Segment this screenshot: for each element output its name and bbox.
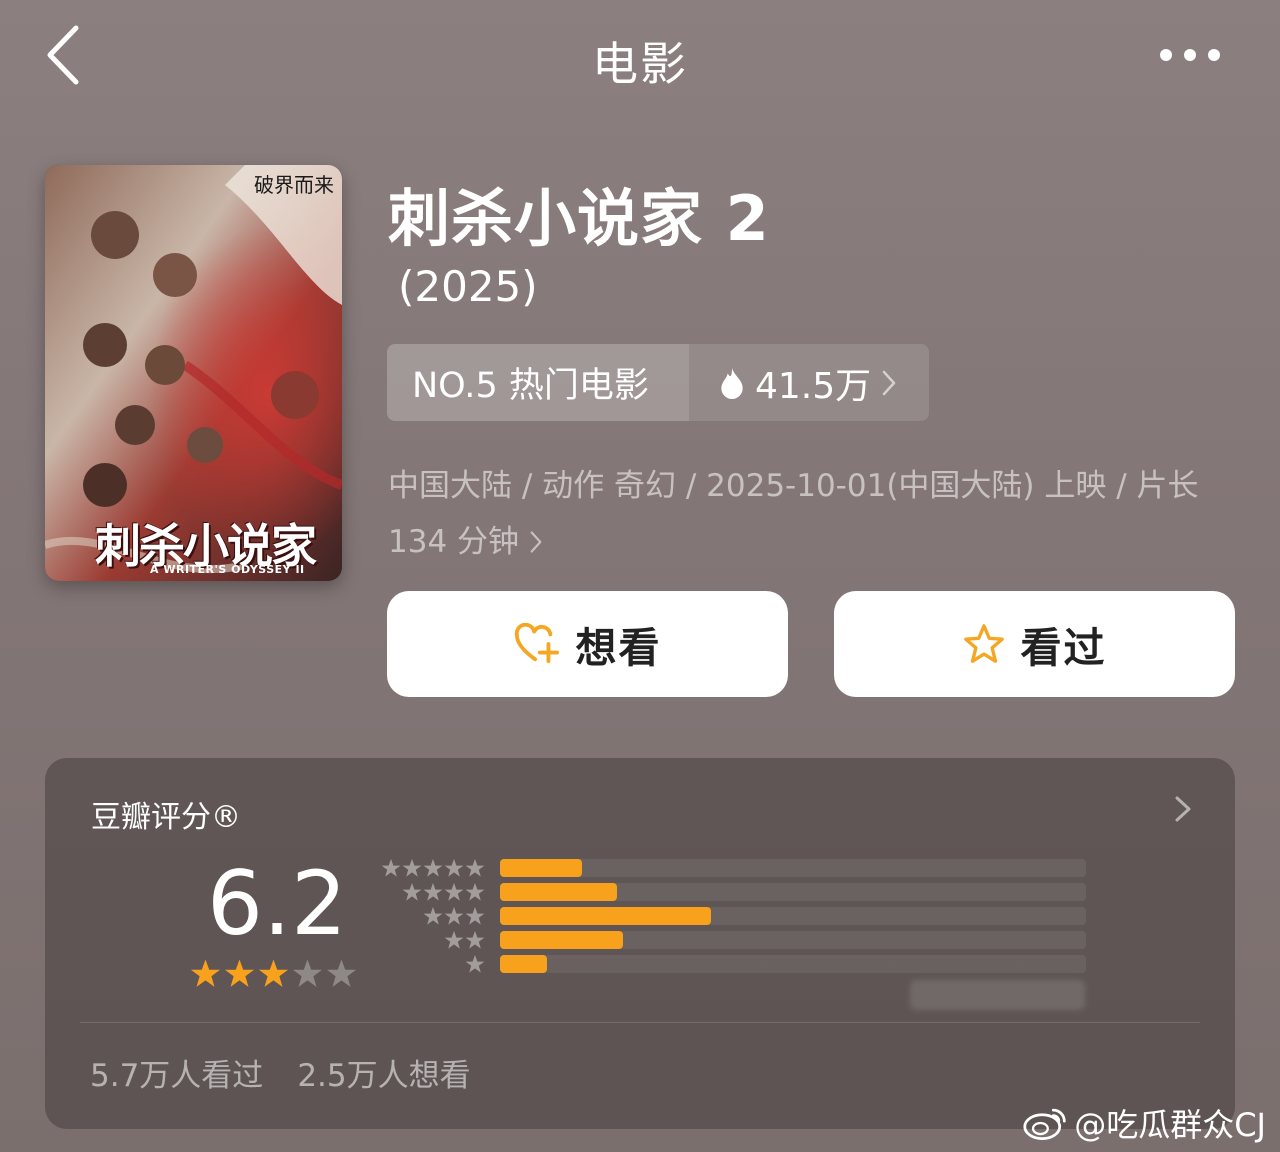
distribution-bar [500,955,547,973]
distribution-track [500,907,1086,925]
movie-title: 刺杀小说家 2 [388,182,770,255]
want-to-watch-button[interactable]: 想看 [387,591,788,697]
distribution-track [500,859,1086,877]
star-icon [444,859,464,877]
chevron-right-icon [530,531,542,553]
star-outline-icon [963,624,1004,663]
rating-card[interactable]: 豆瓣评分® 6.2 5.7万人看过 2.5万人想看 [45,758,1235,1129]
distribution-stars [423,906,485,926]
poster-subtitle: A WRITER'S ODYSSEY II [150,563,305,576]
page-title: 电影 [592,37,688,91]
distribution-track [500,883,1086,901]
rating-stars [190,958,357,989]
distribution-track [500,931,1086,949]
star-icon [465,859,485,877]
want-count: 2.5万人想看 [297,1058,471,1094]
distribution-stars [402,882,485,902]
star-filled-icon [224,959,255,987]
card-divider [80,1022,1200,1023]
chevron-right-icon [1175,796,1191,822]
star-icon [444,883,464,901]
more-horizontal-icon [1160,49,1220,61]
star-icon [465,955,485,973]
distribution-row-5-star [380,856,1180,880]
movie-year: (2025) [398,262,538,311]
distribution-bar [500,883,618,901]
distribution-bar [500,859,583,877]
seen-count: 5.7万人看过 [90,1058,264,1094]
rating-score: 6.2 [207,852,347,955]
rank-label: NO.5 热门电影 [387,344,689,421]
watched-button[interactable]: 看过 [834,591,1235,697]
star-icon [423,883,443,901]
star-icon [465,931,485,949]
distribution-row-1-star [380,952,1180,976]
movie-meta[interactable]: 中国大陆 / 动作 奇幻 / 2025-10-01(中国大陆) 上映 / 片长 … [388,458,1248,570]
rank-pill[interactable]: NO.5 热门电影 41.5万 [387,344,929,421]
distribution-stars [465,954,485,974]
watermark: @吃瓜群众CJ [1022,1100,1266,1146]
chevron-right-icon [882,370,896,395]
star-icon [402,859,422,877]
distribution-row-3-star [380,904,1180,928]
watermark-text: @吃瓜群众CJ [1074,1106,1266,1144]
heat-value-group: 41.5万 [689,344,929,421]
more-button[interactable] [1150,35,1230,75]
heart-plus-icon [514,623,559,664]
star-icon [381,859,401,877]
rating-label: 豆瓣评分® [91,800,241,835]
movie-poster[interactable]: 破界而来 刺杀小说家 A WRITER'S ODYSSEY II [45,165,342,581]
rating-distribution [380,856,1180,976]
star-empty-icon [326,959,357,987]
distribution-stars [444,930,485,950]
star-icon [423,907,443,925]
rating-stats: 5.7万人看过 2.5万人想看 [90,1050,471,1095]
star-empty-icon [292,959,323,987]
meta-line-2-group: 134 分钟 [388,514,1248,570]
distribution-track [500,955,1086,973]
watched-label: 看过 [1020,624,1107,672]
star-filled-icon [258,959,289,987]
star-icon [423,859,443,877]
distribution-stars [381,858,485,878]
distribution-row-2-star [380,928,1180,952]
distribution-row-4-star [380,880,1180,904]
star-icon [402,883,422,901]
star-icon [444,907,464,925]
meta-line-2: 134 分钟 [388,524,520,560]
poster-tagline: 破界而来 [254,173,334,197]
star-icon [465,907,485,925]
star-icon [444,931,464,949]
meta-line-1: 中国大陆 / 动作 奇幻 / 2025-10-01(中国大陆) 上映 / 片长 [388,468,1199,504]
want-to-watch-label: 想看 [575,624,662,672]
blurred-region [910,980,1085,1010]
star-filled-icon [190,959,221,987]
star-icon [465,883,485,901]
flame-icon [721,367,743,399]
weibo-icon [1023,1108,1066,1141]
heat-value: 41.5万 [755,365,872,407]
distribution-bar [500,931,624,949]
distribution-bar [500,907,711,925]
